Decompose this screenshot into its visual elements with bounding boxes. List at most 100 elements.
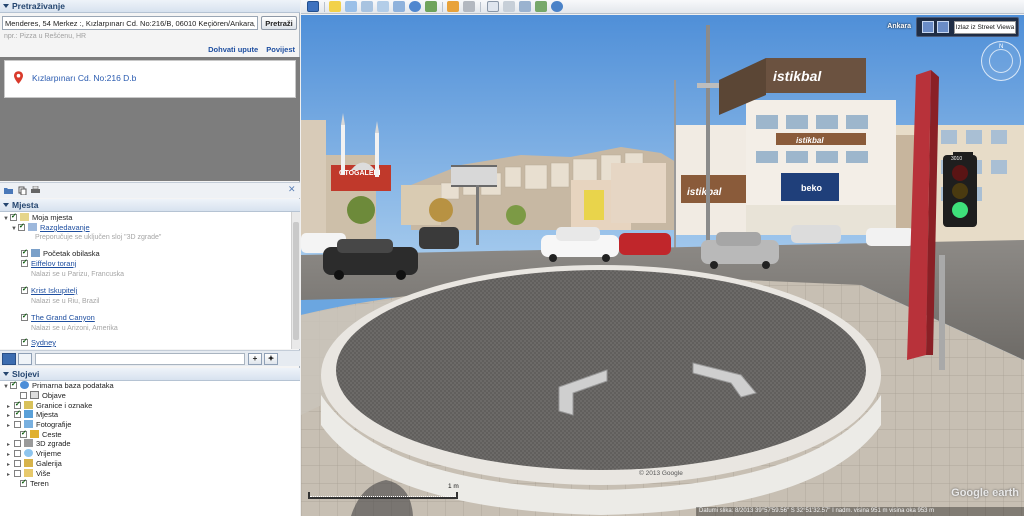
email-icon[interactable] [487,1,499,12]
search-panel-header[interactable]: Pretraživanje [0,0,300,13]
save-image-icon[interactable] [519,1,531,12]
collapse-triangle-icon[interactable] [3,372,9,376]
print-icon[interactable] [31,186,40,195]
expand-triangle-icon[interactable]: ▼ [3,214,10,224]
checkbox[interactable] [14,470,21,477]
layer-gallery[interactable]: ▸ Galerija [7,459,62,469]
tree-node-eiffel[interactable]: Eiffelov toranj [21,258,76,269]
search-button[interactable]: Pretraži [261,16,297,30]
checkbox[interactable] [20,392,27,399]
scrollbar-thumb[interactable] [293,222,299,340]
main-toolbar [301,0,1024,14]
layer-terrain[interactable]: Teren [13,478,49,489]
placemark-icon[interactable] [329,1,341,12]
list-view-button[interactable] [18,353,32,365]
layer-weather[interactable]: ▸ Vrijeme [7,449,61,459]
layers-panel-header[interactable]: Slojevi [0,368,300,381]
history-link[interactable]: Povijest [266,45,295,54]
copy-icon[interactable] [18,186,27,195]
street-view-controls: Izlaz iz Street Viewa [916,17,1019,37]
checkbox[interactable] [14,460,21,467]
checkbox[interactable] [21,337,28,347]
tree-link[interactable]: Razgledavanje [40,223,90,232]
overlay-icon[interactable] [377,1,389,12]
checkbox[interactable] [20,429,27,439]
expand-triangle-icon[interactable]: ▼ [3,382,10,392]
search-result-item[interactable]: Kızlarpınarı Cd. No:216 D.b [4,60,296,98]
places-filter-input[interactable] [35,353,245,365]
tree-view-button[interactable] [2,353,16,365]
folder-icon[interactable] [4,186,13,195]
layer-3d-buildings[interactable]: ▸ 3D zgrade [7,439,71,449]
tree-node-start-tour[interactable]: Početak obilaska [21,248,100,259]
ground-view-icon[interactable] [937,21,949,33]
checkbox[interactable] [14,421,21,428]
places-panel-title: Mjesta [12,200,39,210]
tree-node-my-places[interactable]: ▼ Moja mjesta [3,212,72,224]
places-icon [24,410,33,418]
globe-icon [20,381,29,389]
tree-link[interactable]: The Grand Canyon [31,313,95,322]
search-panel-title: Pretraživanje [12,1,65,11]
layer-posts[interactable]: Objave [13,391,66,401]
sun-icon[interactable] [425,1,437,12]
checkbox[interactable] [14,400,21,410]
layer-primary-db[interactable]: ▼ Primarna baza podataka [3,380,114,392]
layer-places[interactable]: ▸Mjesta [7,409,58,420]
place-options-button[interactable]: ✦ [264,353,278,365]
tree-node-sydney[interactable]: Sydney [21,337,56,348]
pegman-icon[interactable] [922,21,934,33]
compass-ring[interactable] [989,49,1013,73]
istikbal-balcony-sign: istikbal [796,136,824,145]
checkbox[interactable] [10,212,17,222]
view-in-maps-icon[interactable] [535,1,547,12]
search-row: Pretraži [0,15,300,31]
checkbox[interactable] [21,258,28,268]
checkbox[interactable] [20,478,27,488]
checkbox[interactable] [10,380,17,390]
weather-icon [24,449,33,457]
expand-triangle-icon[interactable]: ▼ [11,224,18,234]
collapse-triangle-icon[interactable] [3,4,9,8]
places-scrollbar[interactable] [291,212,300,349]
layer-label: Galerija [36,459,62,468]
checkbox[interactable] [18,222,25,232]
exit-street-view-button[interactable]: Izlaz iz Street Viewa [954,21,1016,34]
collapse-triangle-icon[interactable] [3,203,9,207]
beko-sign: beko [801,183,823,193]
add-place-button[interactable]: + [248,353,262,365]
tree-node-sightseeing[interactable]: ▼ Razgledavanje [11,222,90,234]
checkbox[interactable] [21,312,28,322]
sidebar-toggle-icon[interactable] [307,1,319,12]
places-panel-header[interactable]: Mjesta [0,199,300,212]
planets-icon[interactable] [447,1,459,12]
checkbox[interactable] [14,440,21,447]
checkbox[interactable] [14,409,21,419]
tree-link[interactable]: Krist Iskupitelj [31,286,77,295]
print-icon[interactable] [503,1,515,12]
compass-icon[interactable]: N [981,41,1021,81]
compass-north-label: N [999,44,1004,50]
search-links: Dohvati upute Povijest [202,45,295,54]
directions-link[interactable]: Dohvati upute [208,45,258,54]
location-label: Ankara [887,23,911,30]
record-tour-icon[interactable] [393,1,405,12]
historical-imagery-icon[interactable] [409,1,421,12]
tree-node-christ[interactable]: Krist Iskupitelj [21,285,77,296]
earth-gallery-icon[interactable] [551,1,563,12]
checkbox[interactable] [21,285,28,295]
ruler-icon[interactable] [463,1,475,12]
path-icon[interactable] [361,1,373,12]
checkbox[interactable] [14,450,21,457]
street-view-canvas[interactable]: OTOGALERİ istikbal istikbal beko istikba… [301,15,1024,516]
tree-node-grand-canyon[interactable]: The Grand Canyon [21,312,95,323]
layer-photos[interactable]: ▸ Fotografije [7,420,71,430]
layer-more[interactable]: ▸ Više [7,469,50,479]
tree-link[interactable]: Sydney [31,338,56,347]
layer-label: Objave [42,391,66,400]
close-icon[interactable]: ✕ [288,184,297,194]
tree-link[interactable]: Eiffelov toranj [31,259,76,268]
checkbox[interactable] [21,248,28,258]
polygon-icon[interactable] [345,1,357,12]
search-input[interactable] [2,16,258,30]
